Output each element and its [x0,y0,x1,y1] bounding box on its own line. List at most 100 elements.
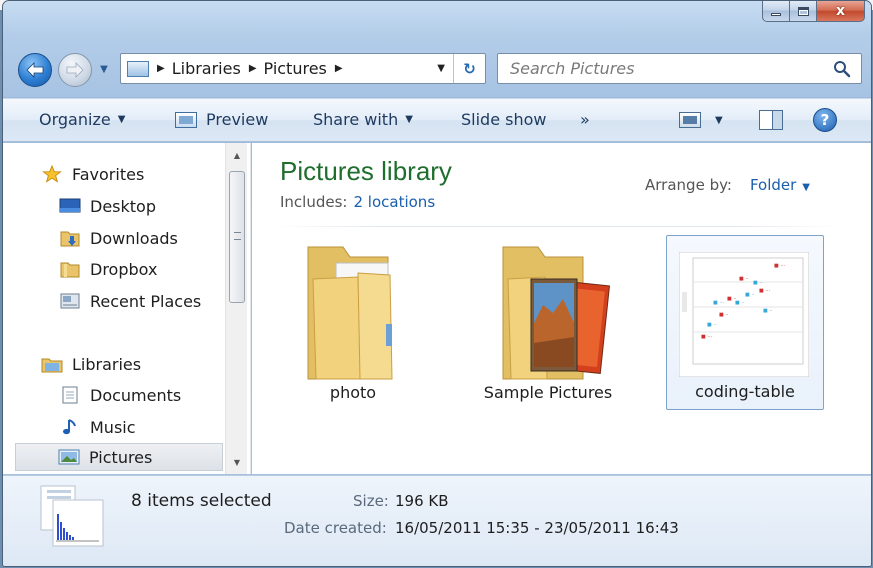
library-title: Pictures library [280,156,452,186]
navigation-bar: ▼ ▶ Libraries ▶ Pictures ▶ ▼ ↻ [3,47,871,91]
size-value: 196 KB [395,492,449,510]
locations-link[interactable]: 2 locations [353,193,435,211]
sidebar-item-downloads[interactable]: Downloads [59,224,178,252]
chevron-down-icon: ▼ [117,114,126,125]
libraries-icon [41,358,63,373]
includes-label: Includes: [280,193,348,211]
breadcrumb-pictures[interactable]: Pictures [264,59,327,78]
close-button[interactable]: x [817,1,865,22]
file-list-pane: Pictures library Includes: 2 locations Ar… [252,143,871,474]
breadcrumb-separator-icon: ▶ [334,63,343,74]
file-item-name: Sample Pictures [483,383,613,402]
share-with-label: Share with [313,110,399,129]
recent-pages-dropdown[interactable]: ▼ [96,61,112,77]
documents-icon [62,386,78,404]
organize-button[interactable]: Organize ▼ [39,110,125,129]
image-thumbnail-icon: ■ ··· ■ ·· ■ ·· ■ ··· ■ ·· ■ ·· ■ ··· ■ … [679,252,809,377]
svg-text:■ ··: ■ ·· [707,322,717,328]
slide-show-button[interactable]: Slide show [461,110,546,129]
command-bar: Organize ▼ Preview Share with ▼ Slide show… [3,98,871,142]
library-includes: Includes: 2 locations [280,193,435,211]
svg-text:■ ··: ■ ·· [735,300,745,306]
sidebar-item-label: Downloads [90,228,178,248]
svg-text:■ ···: ■ ··· [701,334,712,340]
chevron-down-icon: ▼ [802,182,810,193]
svg-text:■ ··: ■ ·· [763,308,773,314]
address-bar[interactable]: ▶ Libraries ▶ Pictures ▶ ▼ ↻ [120,53,486,84]
date-created-value: 16/05/2011 15:35 - 23/05/2011 16:43 [395,519,679,537]
back-button[interactable] [18,53,52,87]
more-commands-button[interactable]: » [580,110,590,129]
chevron-down-icon: ▼ [100,63,108,75]
divider [272,226,842,227]
scrollbar-thumb[interactable] [229,171,245,303]
music-note-icon [63,419,76,435]
navigation-pane-scrollbar[interactable]: ▲ ▼ [225,143,247,474]
svg-text:■ ··: ■ ·· [745,292,755,298]
explorer-window: x ▼ ▶ Libraries ▶ Pictures ▶ ▼ ↻ Organiz… [2,0,872,567]
refresh-button[interactable]: ↻ [453,54,485,83]
search-icon[interactable] [833,60,851,78]
arrange-by: Arrange by: Folder ▼ [645,176,810,194]
scroll-down-icon[interactable]: ▼ [226,452,248,472]
sidebar-item-label: Music [90,417,136,437]
preview-label: Preview [206,110,269,129]
share-with-button[interactable]: Share with ▼ [313,110,413,129]
chevron-down-icon: ▼ [715,114,723,126]
svg-text:■ ··: ■ ·· [753,280,763,286]
sidebar-item-desktop[interactable]: Desktop [59,192,156,220]
breadcrumb-libraries[interactable]: Libraries [172,59,241,78]
breadcrumb-separator-icon: ▶ [157,63,165,74]
sidebar-libraries[interactable]: Libraries [41,350,141,378]
help-button[interactable]: ? [813,108,837,132]
sidebar-libraries-label: Libraries [72,354,142,374]
arrange-by-dropdown[interactable]: Folder ▼ [750,176,810,194]
file-item-sample-pictures[interactable]: Sample Pictures [469,235,627,410]
file-item-coding-table[interactable]: ■ ··· ■ ·· ■ ·· ■ ··· ■ ·· ■ ·· ■ ··· ■ … [666,235,824,410]
search-input[interactable] [498,59,818,78]
sidebar-item-documents[interactable]: Documents [59,381,181,409]
svg-text:■ ···: ■ ··· [713,300,724,306]
desktop-icon [59,198,81,213]
sidebar-item-label: Documents [90,385,182,405]
navigation-pane: Favorites Desktop Downloads Dropbox Rece… [3,143,251,474]
scroll-up-icon[interactable]: ▲ [226,145,248,165]
sidebar-item-recent-places[interactable]: Recent Places [59,287,201,315]
svg-text:■ ···: ■ ··· [774,263,785,269]
sidebar-item-dropbox[interactable]: Dropbox [59,255,157,283]
sidebar-item-music[interactable]: Music [59,413,136,441]
forward-arrow-icon [66,62,84,78]
preview-icon [175,111,197,128]
sidebar-item-label: Dropbox [90,259,158,279]
breadcrumb-separator-icon: ▶ [248,63,257,74]
file-item-photo[interactable]: photo [274,235,432,410]
overflow-chevron-icon: » [580,110,590,129]
sidebar-item-pictures[interactable]: Pictures [15,443,223,471]
preview-button[interactable]: Preview [175,110,268,129]
svg-text:■ ··: ■ ·· [719,312,729,318]
sidebar-favorites[interactable]: Favorites [41,160,144,188]
pictures-icon [58,449,80,465]
address-dropdown-icon[interactable]: ▼ [437,63,445,74]
change-view-button[interactable]: ▼ [679,112,723,128]
recent-places-icon [60,293,80,309]
arrange-by-value: Folder [749,176,797,194]
maximize-button[interactable] [790,1,817,22]
minimize-icon [771,12,781,16]
date-created-label: Date created: [284,519,387,537]
pictures-library-icon [127,60,149,77]
minimize-button[interactable] [762,1,790,22]
refresh-icon: ↻ [463,59,476,78]
forward-button[interactable] [58,53,92,87]
folder-icon [307,246,393,380]
maximize-icon [797,6,809,16]
preview-pane-button[interactable] [759,110,783,130]
grip-icon [234,232,241,240]
sidebar-favorites-label: Favorites [72,164,145,184]
selected-count: 8 items selected [131,491,272,511]
star-icon [42,165,62,183]
folder-icon [502,246,611,380]
downloads-folder-icon [60,231,80,247]
back-arrow-icon [26,62,44,78]
caption-buttons: x [762,1,865,23]
